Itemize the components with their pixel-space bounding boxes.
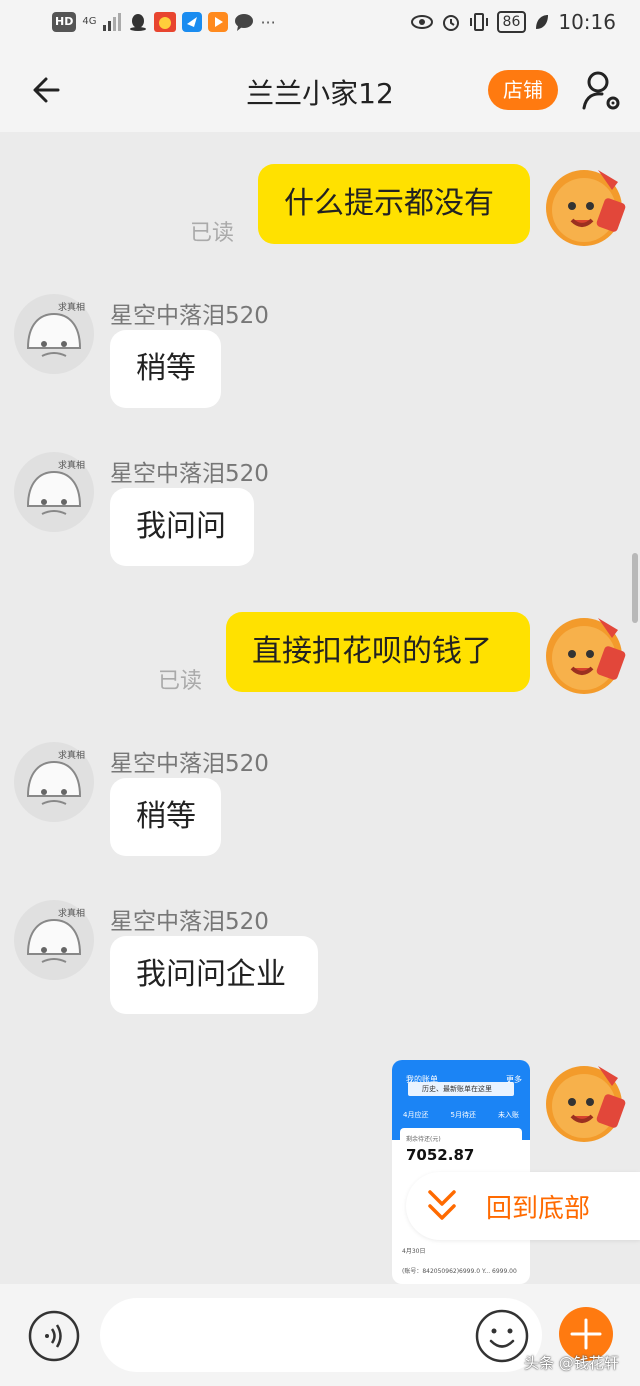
image-card-label: 剩余待还(元) (406, 1136, 441, 1143)
sender-name: 星空中落泪520 (110, 461, 269, 487)
user-settings-icon[interactable] (580, 68, 622, 112)
image-tab: 4月应还 (403, 1111, 429, 1119)
image-notice: 历史、最新账单在这里 (408, 1082, 514, 1096)
contact-avatar[interactable]: 求真相 (14, 294, 94, 374)
avatar-badge-text: 求真相 (58, 459, 85, 471)
emoji-icon[interactable] (474, 1308, 530, 1364)
contact-avatar[interactable]: 求真相 (14, 452, 94, 532)
contact-avatar[interactable]: 求真相 (14, 900, 94, 980)
avatar-badge-text: 求真相 (58, 301, 85, 313)
message-bubble-other[interactable]: 我问问企业 (110, 936, 318, 1014)
sender-name: 星空中落泪520 (110, 303, 269, 329)
avatar-badge-text: 求真相 (58, 749, 85, 761)
message-bubble-self[interactable]: 直接扣花呗的钱了 (226, 612, 530, 692)
back-to-bottom-label: 回到底部 (486, 1194, 591, 1224)
status-left: HD 4G ··· (52, 12, 276, 32)
leaf-icon (536, 15, 549, 29)
shop-button[interactable]: 店铺 (488, 70, 558, 110)
sender-name: 星空中落泪520 (110, 909, 269, 935)
read-status: 已读 (158, 669, 203, 694)
back-to-bottom-button[interactable]: 回到底部 (406, 1172, 640, 1240)
image-row-text: (账号：842050962)6999.0 Y... (402, 1268, 491, 1275)
game-icon (154, 12, 177, 32)
image-tab: 未入账 (497, 1111, 519, 1119)
self-avatar[interactable] (538, 1056, 630, 1148)
image-amount: 7052.87 (406, 1146, 475, 1164)
contact-avatar[interactable]: 求真相 (14, 742, 94, 822)
message-bubble-self[interactable]: 什么提示都没有 (258, 164, 530, 244)
sender-name: 星空中落泪520 (110, 751, 269, 777)
signal-icon (103, 13, 122, 31)
message-bubble-other[interactable]: 稍等 (110, 778, 221, 856)
hd-badge: HD (52, 12, 77, 32)
vibrate-icon (469, 13, 488, 31)
read-status: 已读 (190, 221, 235, 246)
status-right: 86 10:16 (410, 10, 616, 34)
more-notifications: ··· (260, 12, 276, 32)
avatar-badge-text: 求真相 (58, 907, 85, 919)
battery-level: 86 (496, 11, 527, 33)
double-chevron-down-icon (428, 1190, 456, 1220)
status-bar: HD 4G ··· 86 10:16 (0, 0, 640, 48)
image-tab: 5月待还 (450, 1111, 476, 1119)
image-more: 更多 (506, 1075, 522, 1084)
image-month-label: 4月30日 (402, 1248, 426, 1255)
watermark: 头条 @钱花轩 (524, 1354, 619, 1372)
scrollbar-thumb[interactable] (632, 553, 638, 623)
network-label: 4G (82, 16, 97, 27)
video-icon (208, 12, 229, 32)
eye-icon (410, 15, 433, 29)
voice-icon[interactable] (28, 1310, 80, 1362)
message-bubble-other[interactable]: 我问问 (110, 488, 254, 566)
clock: 10:16 (558, 10, 616, 34)
alipay-icon (182, 12, 203, 32)
self-avatar[interactable] (538, 160, 630, 252)
chat-header: 兰兰小家12 店铺 (0, 48, 640, 132)
self-avatar[interactable] (538, 608, 630, 700)
message-bubble-other[interactable]: 稍等 (110, 330, 221, 408)
alarm-icon (442, 15, 459, 31)
image-row-amount: 6999.00 (492, 1268, 517, 1275)
chat-icon (235, 14, 254, 31)
qq-icon (130, 14, 147, 31)
image-tabs: 4月应还 5月待还 未入账 (392, 1110, 530, 1120)
